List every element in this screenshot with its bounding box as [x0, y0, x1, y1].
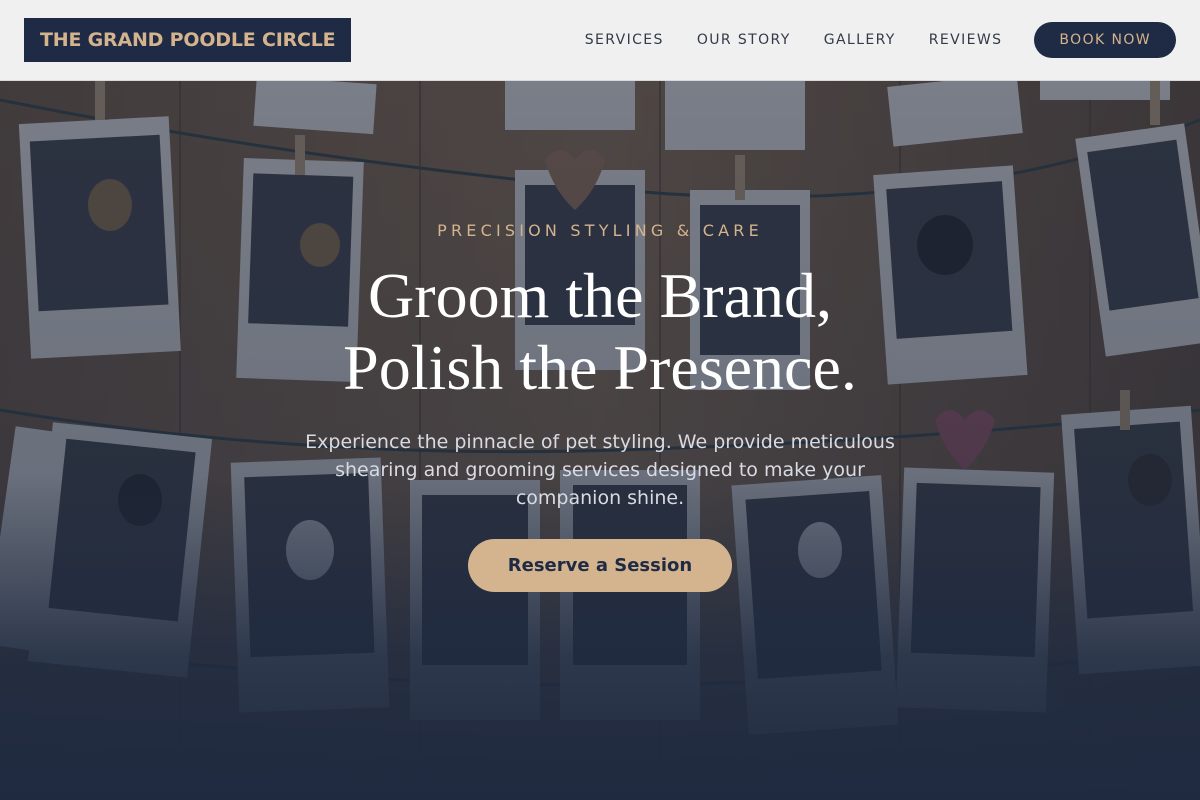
brand-logo[interactable]: THE GRAND POODLE CIRCLE: [24, 18, 352, 62]
nav-reviews[interactable]: REVIEWS: [929, 32, 1003, 48]
main-nav: SERVICES OUR STORY GALLERY REVIEWS BOOK …: [585, 0, 1176, 80]
site-header: THE GRAND POODLE CIRCLE SERVICES OUR STO…: [0, 0, 1200, 81]
headline-line-1: Groom the Brand,: [368, 260, 832, 331]
nav-our-story[interactable]: OUR STORY: [697, 32, 791, 48]
nav-services[interactable]: SERVICES: [585, 32, 664, 48]
book-now-button[interactable]: BOOK NOW: [1034, 22, 1176, 58]
hero-section: PRECISION STYLING & CARE Groom the Brand…: [0, 80, 1200, 800]
nav-gallery[interactable]: GALLERY: [824, 32, 896, 48]
hero-eyebrow: PRECISION STYLING & CARE: [437, 221, 763, 240]
hero-subtext: Experience the pinnacle of pet styling. …: [305, 431, 895, 509]
hero-headline: Groom the Brand, Polish the Presence.: [0, 260, 1200, 404]
headline-line-2: Polish the Presence.: [343, 332, 857, 403]
reserve-session-button[interactable]: Reserve a Session: [468, 539, 732, 592]
